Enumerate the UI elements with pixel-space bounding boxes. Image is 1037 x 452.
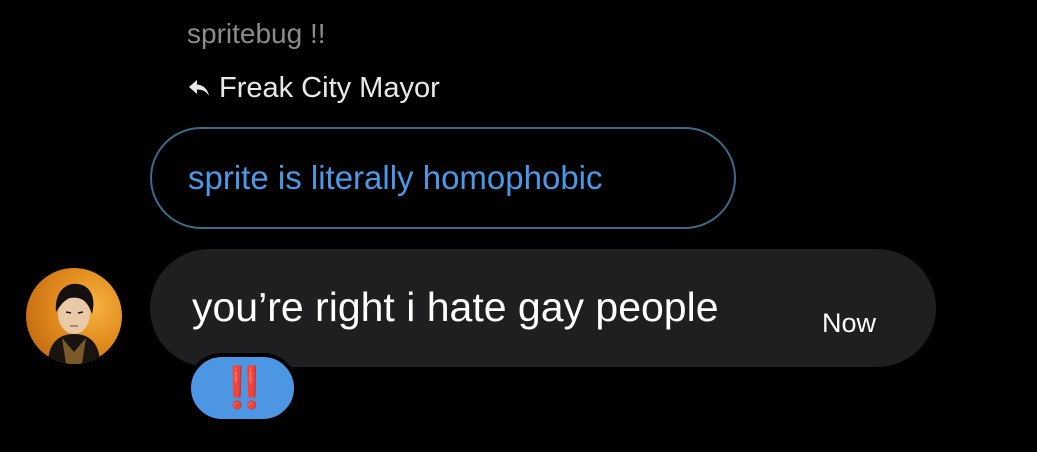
quoted-message-text: sprite is literally homophobic [188,159,603,196]
avatar[interactable] [26,268,122,364]
double-exclamation-icon: ‼️ [219,365,270,411]
message-text: you’re right i hate gay people [192,284,719,330]
sender-name: spritebug !! [187,18,326,49]
reply-arrow-icon [187,76,211,100]
quoted-message-bubble[interactable]: sprite is literally homophobic [150,127,736,229]
reaction-badge[interactable]: ‼️ [187,353,298,423]
reply-context[interactable]: Freak City Mayor [187,66,440,110]
message-bubble[interactable]: you’re right i hate gay people Now [150,249,936,367]
message-timestamp: Now [822,308,877,338]
reply-to-label: Freak City Mayor [219,71,440,104]
